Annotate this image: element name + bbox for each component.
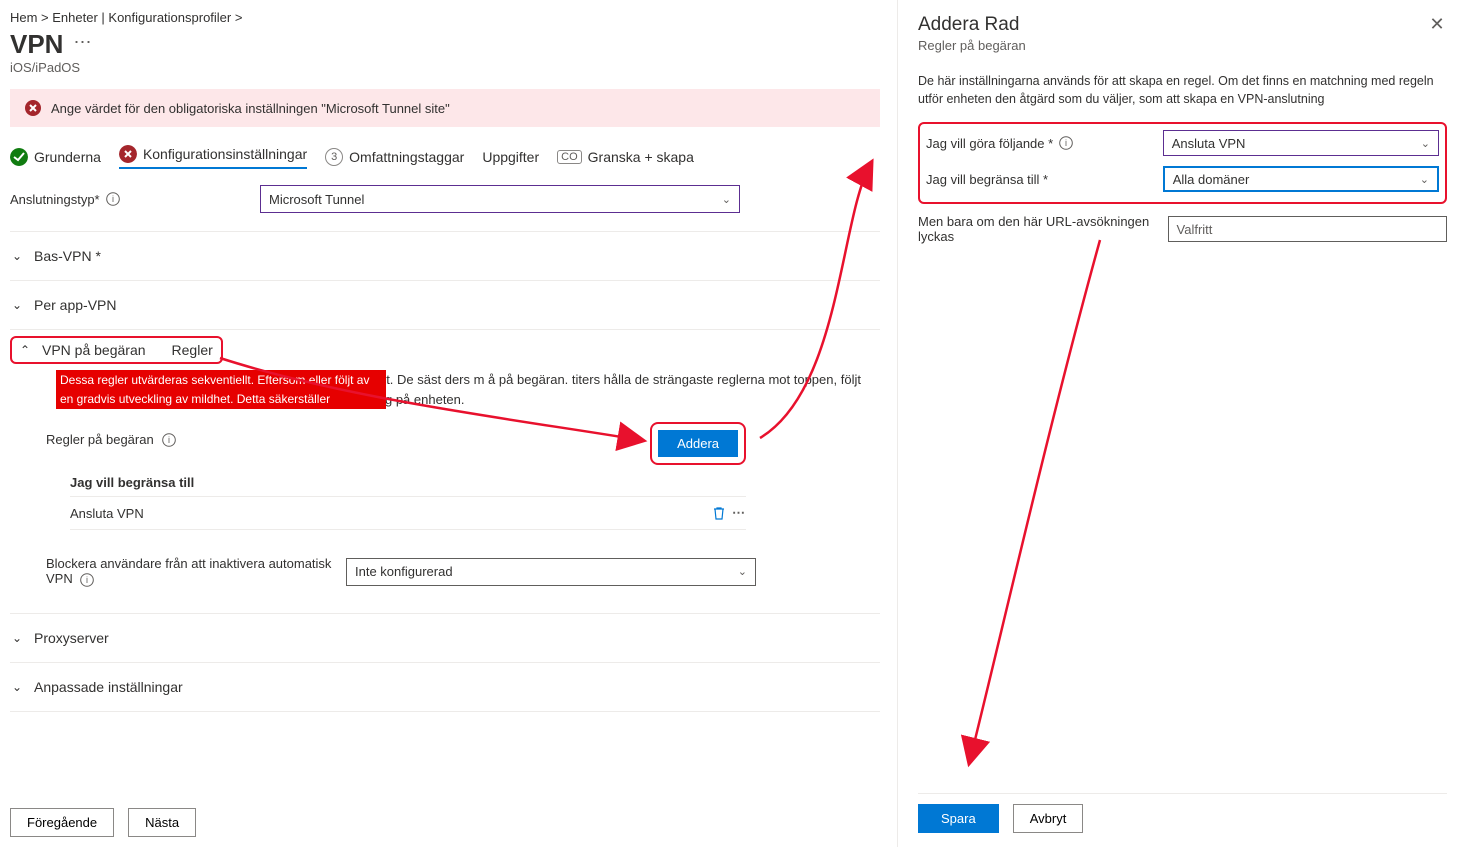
url-probe-label: Men bara om den här URL-avsökningen lyck… bbox=[918, 214, 1158, 244]
chevron-up-icon: ⌃ bbox=[18, 343, 32, 357]
chevron-down-icon: ⌄ bbox=[10, 249, 24, 263]
step-basics[interactable]: Grunderna bbox=[10, 148, 101, 166]
section-label: Anpassade inställningar bbox=[34, 679, 183, 695]
step-assignments[interactable]: Uppgifter bbox=[482, 149, 539, 165]
add-row-panel: Addera Rad Regler på begäran ✕ De här in… bbox=[897, 0, 1467, 847]
section-proxy[interactable]: ⌄ Proxyserver bbox=[10, 620, 880, 656]
next-button[interactable]: Nästa bbox=[128, 808, 196, 837]
wizard-steps: Grunderna Konfigurationsinställningar 3 … bbox=[10, 145, 880, 169]
more-actions[interactable]: ⋯ bbox=[73, 32, 91, 57]
section-per-app-vpn[interactable]: ⌄ Per app-VPN bbox=[10, 287, 880, 323]
chevron-down-icon: ⌄ bbox=[10, 680, 24, 694]
rule-value: Ansluta VPN bbox=[70, 506, 144, 521]
url-probe-input[interactable]: Valfritt bbox=[1168, 216, 1447, 242]
step-label: Konfigurationsinställningar bbox=[143, 146, 307, 162]
chevron-down-icon: ⌄ bbox=[10, 631, 24, 645]
svg-text:i: i bbox=[1065, 138, 1067, 148]
step-number: 3 bbox=[325, 148, 343, 166]
section-base-vpn[interactable]: ⌄ Bas-VPN * bbox=[10, 238, 880, 274]
step-scope[interactable]: 3 Omfattningstaggar bbox=[325, 148, 464, 166]
chevron-down-icon: ⌄ bbox=[1420, 173, 1429, 186]
input-placeholder: Valfritt bbox=[1177, 222, 1213, 237]
cancel-button[interactable]: Avbryt bbox=[1013, 804, 1084, 833]
panel-subtitle: Regler på begäran bbox=[918, 38, 1026, 53]
panel-title: Addera Rad bbox=[918, 14, 1026, 36]
breadcrumb[interactable]: Hem > Enheter | Konfigurationsprofiler > bbox=[10, 10, 880, 25]
action-label: Jag vill göra följande * bbox=[926, 136, 1053, 151]
trash-icon[interactable] bbox=[712, 506, 726, 520]
rule-column-header: Jag vill begränsa till bbox=[70, 469, 746, 496]
section-label: Bas-VPN * bbox=[34, 248, 101, 264]
ondemand-rules-label: Regler på begäran bbox=[46, 432, 154, 447]
connection-type-label: Anslutningstyp* bbox=[10, 192, 100, 207]
chevron-down-icon: ⌄ bbox=[738, 565, 747, 578]
section-label: Proxyserver bbox=[34, 630, 109, 646]
close-icon[interactable]: ✕ bbox=[1427, 14, 1447, 34]
add-rule-button[interactable]: Addera bbox=[658, 430, 738, 457]
section-custom[interactable]: ⌄ Anpassade inställningar bbox=[10, 669, 880, 705]
info-icon[interactable]: i bbox=[162, 433, 176, 447]
step-label: Uppgifter bbox=[482, 149, 539, 165]
rules-description-highlight: Dessa regler utvärderas sekventiellt. Ef… bbox=[56, 370, 386, 409]
chevron-down-icon: ⌄ bbox=[722, 193, 731, 206]
check-icon bbox=[10, 148, 28, 166]
svg-text:i: i bbox=[168, 435, 170, 445]
restrict-select[interactable]: Alla domäner ⌄ bbox=[1163, 166, 1439, 192]
section-suffix: Regler bbox=[172, 342, 213, 358]
error-icon bbox=[25, 100, 41, 116]
subtitle: iOS/iPadOS bbox=[10, 60, 880, 75]
step-label: Grunderna bbox=[34, 149, 101, 165]
rule-row[interactable]: Ansluta VPN ⋯ bbox=[70, 496, 746, 530]
panel-description: De här inställningarna används för att s… bbox=[918, 73, 1447, 108]
error-icon bbox=[119, 145, 137, 163]
save-button[interactable]: Spara bbox=[918, 804, 999, 833]
select-value: Alla domäner bbox=[1173, 172, 1250, 187]
step-label: Omfattningstaggar bbox=[349, 149, 464, 165]
select-value: Ansluta VPN bbox=[1172, 136, 1246, 151]
chevron-down-icon: ⌄ bbox=[1421, 137, 1430, 150]
block-disable-select[interactable]: Inte konfigurerad ⌄ bbox=[346, 558, 756, 586]
info-icon[interactable]: i bbox=[106, 192, 120, 206]
svg-text:i: i bbox=[86, 575, 88, 585]
info-icon[interactable]: i bbox=[80, 573, 94, 587]
row-more-icon[interactable]: ⋯ bbox=[732, 505, 746, 521]
select-value: Inte konfigurerad bbox=[355, 564, 453, 579]
step-label: Granska + skapa bbox=[588, 149, 694, 165]
section-label: Per app-VPN bbox=[34, 297, 116, 313]
validation-alert: Ange värdet för den obligatoriska instäl… bbox=[10, 89, 880, 127]
step-prefix: CO bbox=[557, 150, 582, 164]
restrict-label: Jag vill begränsa till * bbox=[926, 172, 1048, 187]
connection-type-select[interactable]: Microsoft Tunnel ⌄ bbox=[260, 185, 740, 213]
page-title: VPN bbox=[10, 29, 63, 60]
previous-button[interactable]: Föregående bbox=[10, 808, 114, 837]
info-icon[interactable]: i bbox=[1059, 136, 1073, 150]
select-value: Microsoft Tunnel bbox=[269, 192, 364, 207]
alert-text: Ange värdet för den obligatoriska instäl… bbox=[51, 101, 450, 116]
action-select[interactable]: Ansluta VPN ⌄ bbox=[1163, 130, 1439, 156]
chevron-down-icon: ⌄ bbox=[10, 298, 24, 312]
section-vpn-ondemand[interactable]: ⌃ VPN på begäran Regler bbox=[12, 338, 213, 362]
section-label: VPN på begäran bbox=[42, 342, 146, 358]
step-config[interactable]: Konfigurationsinställningar bbox=[119, 145, 307, 169]
step-review[interactable]: CO Granska + skapa bbox=[557, 149, 694, 165]
svg-text:i: i bbox=[112, 194, 114, 204]
